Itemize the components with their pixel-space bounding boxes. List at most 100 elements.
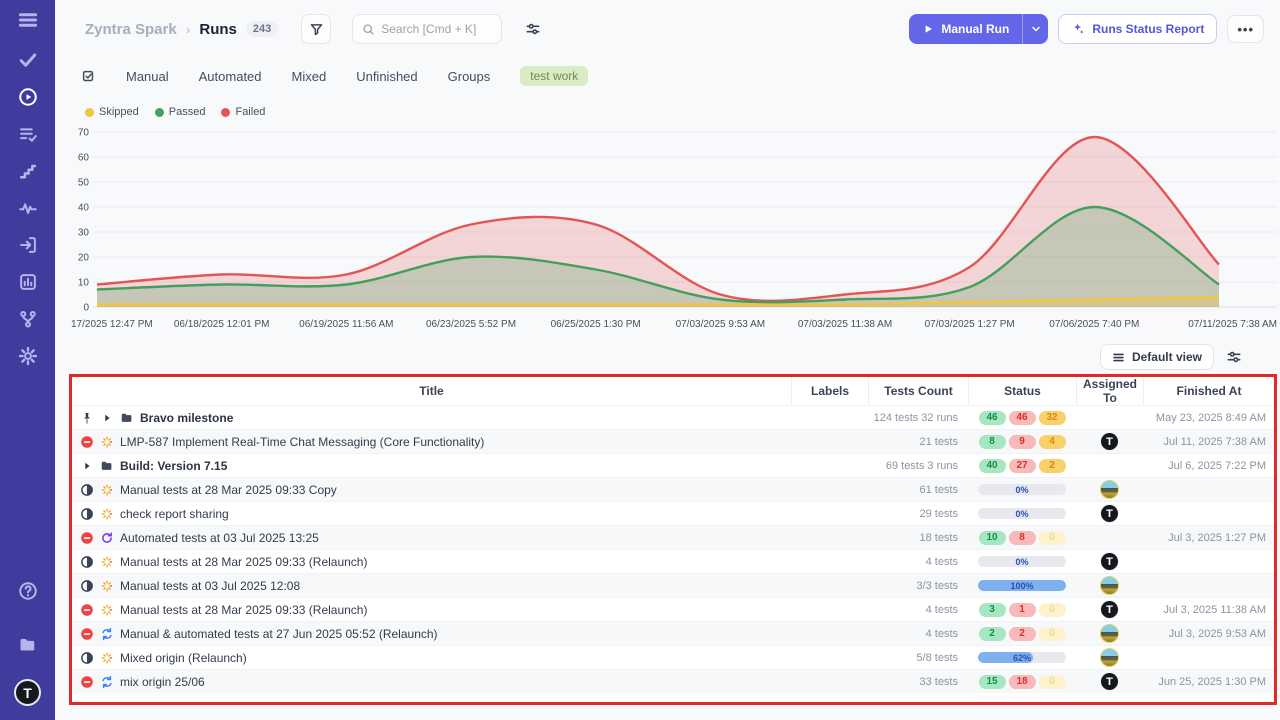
labels-cell [791,430,868,453]
manual-run-button[interactable]: Manual Run [909,14,1022,44]
run-row[interactable]: LMP-587 Implement Real-Time Chat Messagi… [72,429,1274,453]
tab-groups[interactable]: Groups [448,69,491,84]
user-avatar[interactable]: T [14,679,41,706]
table-settings-icon[interactable] [1226,349,1242,365]
state-progress-icon [80,555,94,569]
skipped-badge: 32 [1039,411,1066,425]
finished-at-cell: Jun 25, 2025 1:30 PM [1143,670,1274,693]
pulse-icon [18,198,38,218]
run-title[interactable]: Automated tests at 03 Jul 2025 13:25 [120,531,319,545]
search-input[interactable] [381,22,491,36]
status-cell: 15180 [968,670,1076,693]
sidebar-item-projects[interactable] [11,628,45,662]
chevron-right-icon[interactable] [100,411,114,425]
assignee-avatar: T [1100,504,1119,523]
breadcrumb-project[interactable]: Zyntra Spark [85,21,177,38]
skipped-badge: 0 [1039,675,1066,689]
group-row[interactable]: Build: Version 7.1569 tests 3 runs40272J… [72,453,1274,477]
menu-icon[interactable] [11,3,45,37]
run-title[interactable]: mix origin 25/06 [120,675,205,689]
run-row[interactable]: mix origin 25/0633 tests15180TJun 25, 20… [72,669,1274,693]
run-title[interactable]: Manual tests at 03 Jul 2025 12:08 [120,579,300,593]
state-failed-icon [80,531,94,545]
run-row[interactable]: Manual tests at 28 Mar 2025 09:33 Copy61… [72,477,1274,501]
svg-text:06/23/2025 5:52 PM: 06/23/2025 5:52 PM [426,319,516,330]
column-header-tests-count[interactable]: Tests Count [868,377,968,405]
sidebar-item-help[interactable] [11,574,45,608]
assignee-avatar [1100,648,1119,667]
column-header-finished-at[interactable]: Finished At [1143,377,1274,405]
default-view-button[interactable]: Default view [1100,344,1214,370]
run-title[interactable]: Manual & automated tests at 27 Jun 2025 … [120,627,438,641]
sidebar-item-integrations[interactable] [11,302,45,336]
runs-status-report-button[interactable]: Runs Status Report [1058,14,1217,44]
run-row[interactable]: Manual tests at 28 Mar 2025 09:33 (Relau… [72,549,1274,573]
finished-at-cell [1143,502,1274,525]
skipped-badge: 2 [1039,459,1066,473]
svg-text:70: 70 [78,128,90,139]
run-row[interactable]: Automated tests at 03 Jul 2025 13:2518 t… [72,525,1274,549]
run-row[interactable]: Mixed origin (Relaunch)5/8 tests62% [72,645,1274,669]
run-title[interactable]: Manual tests at 28 Mar 2025 09:33 (Relau… [120,603,367,617]
legend-skipped[interactable]: Skipped [85,106,139,118]
column-header-title[interactable]: Title [72,377,791,405]
branch-icon [18,309,38,329]
legend-passed[interactable]: Passed [155,106,206,118]
runs-table-annotation-highlight: TitleLabelsTests CountStatusAssigned ToF… [69,374,1277,705]
svg-text:06/19/2025 11:56 AM: 06/19/2025 11:56 AM [299,319,393,330]
search-settings-icon[interactable] [525,21,541,37]
more-options-button[interactable]: ••• [1227,15,1264,43]
run-title[interactable]: Mixed origin (Relaunch) [120,651,247,665]
sidebar-item-runs[interactable] [11,80,45,114]
progress-label: 62% [978,652,1066,663]
folder-icon [120,411,134,425]
folder-icon [18,635,38,655]
legend-failed[interactable]: Failed [221,106,265,118]
run-row[interactable]: Manual & automated tests at 27 Jun 2025 … [72,621,1274,645]
filter-button[interactable] [301,14,331,44]
run-title[interactable]: check report sharing [120,507,229,521]
run-row[interactable]: Manual tests at 28 Mar 2025 09:33 (Relau… [72,597,1274,621]
sidebar-item-defects[interactable] [11,191,45,225]
run-title[interactable]: Manual tests at 28 Mar 2025 09:33 Copy [120,483,337,497]
pin-icon[interactable] [80,411,94,425]
tag-test-work[interactable]: test work [520,66,588,86]
status-cell: 464632 [968,406,1076,429]
run-row[interactable]: Manual tests at 03 Jul 2025 12:083/3 tes… [72,573,1274,597]
sidebar-item-imports[interactable] [11,228,45,262]
group-row[interactable]: Bravo milestone124 tests 32 runs464632Ma… [72,405,1274,429]
assignee-cell: T [1076,502,1143,525]
manual-run-dropdown-button[interactable] [1022,14,1048,44]
type-mixed-icon [100,627,114,641]
run-title[interactable]: LMP-587 Implement Real-Time Chat Messagi… [120,435,484,449]
group-title[interactable]: Bravo milestone [140,411,233,425]
chevron-right-icon[interactable] [80,459,94,473]
sidebar-item-tests[interactable] [11,43,45,77]
column-header-labels[interactable]: Labels [791,377,868,405]
sidebar-item-analytics[interactable] [11,265,45,299]
chart-legend: Skipped Passed Failed [69,104,1280,120]
group-title[interactable]: Build: Version 7.15 [120,459,227,473]
run-row[interactable]: check report sharing29 tests0%T [72,501,1274,525]
progress-label: 100% [978,580,1066,591]
progress-bar: 100% [978,580,1066,591]
svg-text:07/03/2025 9:53 AM: 07/03/2025 9:53 AM [676,319,766,330]
chart-box-icon [18,272,38,292]
tests-count-cell: 69 tests 3 runs [868,454,968,477]
run-title[interactable]: Manual tests at 28 Mar 2025 09:33 (Relau… [120,555,367,569]
tab-manual[interactable]: Manual [126,69,169,84]
failed-badge: 2 [1009,627,1036,641]
tab-automated[interactable]: Automated [199,69,262,84]
finished-at-cell: Jul 3, 2025 1:27 PM [1143,526,1274,549]
select-all-icon[interactable] [81,69,96,84]
tab-unfinished[interactable]: Unfinished [356,69,417,84]
sidebar-item-milestones[interactable] [11,154,45,188]
sidebar-item-settings[interactable] [11,339,45,373]
passed-badge: 40 [979,459,1006,473]
search-box[interactable] [352,14,502,44]
column-header-status[interactable]: Status [968,377,1076,405]
steps-icon [18,161,38,181]
sidebar-item-test-plans[interactable] [11,117,45,151]
column-header-assigned-to[interactable]: Assigned To [1076,377,1143,405]
tab-mixed[interactable]: Mixed [292,69,327,84]
